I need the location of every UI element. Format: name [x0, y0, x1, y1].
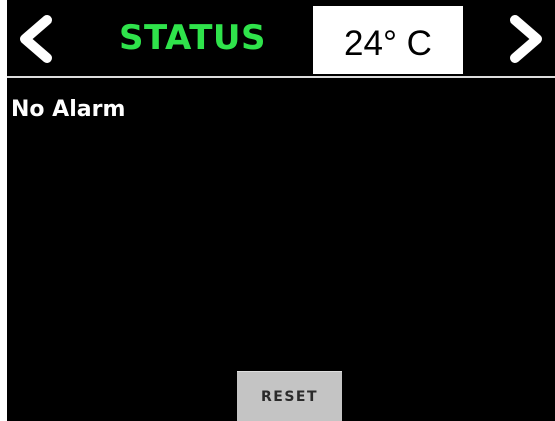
reset-button-label: RESET — [260, 388, 319, 405]
chevron-right-icon — [510, 15, 542, 63]
reset-button[interactable]: RESET — [237, 371, 342, 421]
temperature-value: 24° C — [344, 24, 432, 63]
header-bar: STATUS 24° C — [7, 0, 555, 76]
temperature-display: 24° C — [313, 6, 463, 74]
next-page-button[interactable] — [507, 14, 547, 64]
header-divider — [7, 76, 555, 78]
alarm-status-text: No Alarm — [11, 97, 126, 122]
page-title: STATUS — [119, 18, 267, 58]
status-screen: STATUS 24° C No Alarm RESET — [7, 0, 555, 421]
chevron-left-icon — [20, 15, 52, 63]
previous-page-button[interactable] — [15, 14, 55, 64]
